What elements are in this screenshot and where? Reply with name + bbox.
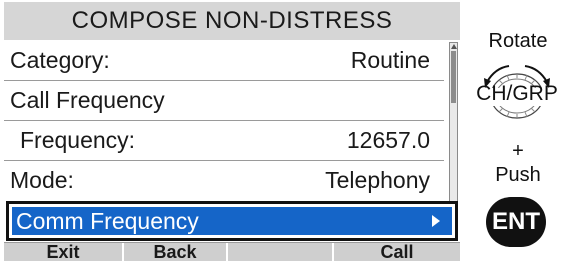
frequency-label: Frequency: (20, 126, 136, 153)
softkey-call[interactable]: Call (334, 243, 460, 261)
softkey-blank[interactable] (228, 243, 334, 261)
menu-row-mode[interactable]: Mode: Telephony (4, 161, 444, 199)
menu-row-comm-frequency[interactable]: Comm Frequency (12, 207, 452, 235)
selected-item-frame: Comm Frequency (6, 201, 458, 241)
radio-display: COMPOSE NON-DISTRESS Category: Routine C… (4, 2, 464, 261)
category-label: Category: (10, 46, 110, 73)
plus-label: + (512, 140, 524, 162)
comm-frequency-label: Comm Frequency (16, 207, 199, 234)
mode-value: Telephony (325, 166, 430, 193)
ch-grp-knob[interactable]: CH/GRP (476, 60, 558, 132)
softkey-bar: Exit Back Call (4, 242, 460, 261)
call-frequency-label: Call Frequency (10, 86, 165, 113)
knob-label: CH/GRP (476, 82, 558, 105)
screen-title: COMPOSE NON-DISTRESS (4, 2, 460, 40)
ent-button[interactable]: ENT (486, 197, 546, 247)
menu-row-frequency[interactable]: Frequency: 12657.0 (4, 121, 444, 159)
scrollbar[interactable] (449, 42, 458, 202)
rotate-label: Rotate (488, 30, 548, 52)
submenu-arrow-icon (432, 215, 440, 227)
mode-label: Mode: (10, 166, 74, 193)
scroll-thumb[interactable] (451, 51, 456, 103)
scroll-up-arrow-icon (451, 44, 457, 49)
push-label: Push (495, 164, 541, 186)
softkey-back[interactable]: Back (124, 243, 228, 261)
menu-row-category[interactable]: Category: Routine (4, 41, 444, 79)
category-value: Routine (350, 46, 430, 73)
menu-row-call-frequency[interactable]: Call Frequency (4, 81, 444, 119)
softkey-exit[interactable]: Exit (4, 243, 124, 261)
frequency-value: 12657.0 (346, 126, 430, 153)
